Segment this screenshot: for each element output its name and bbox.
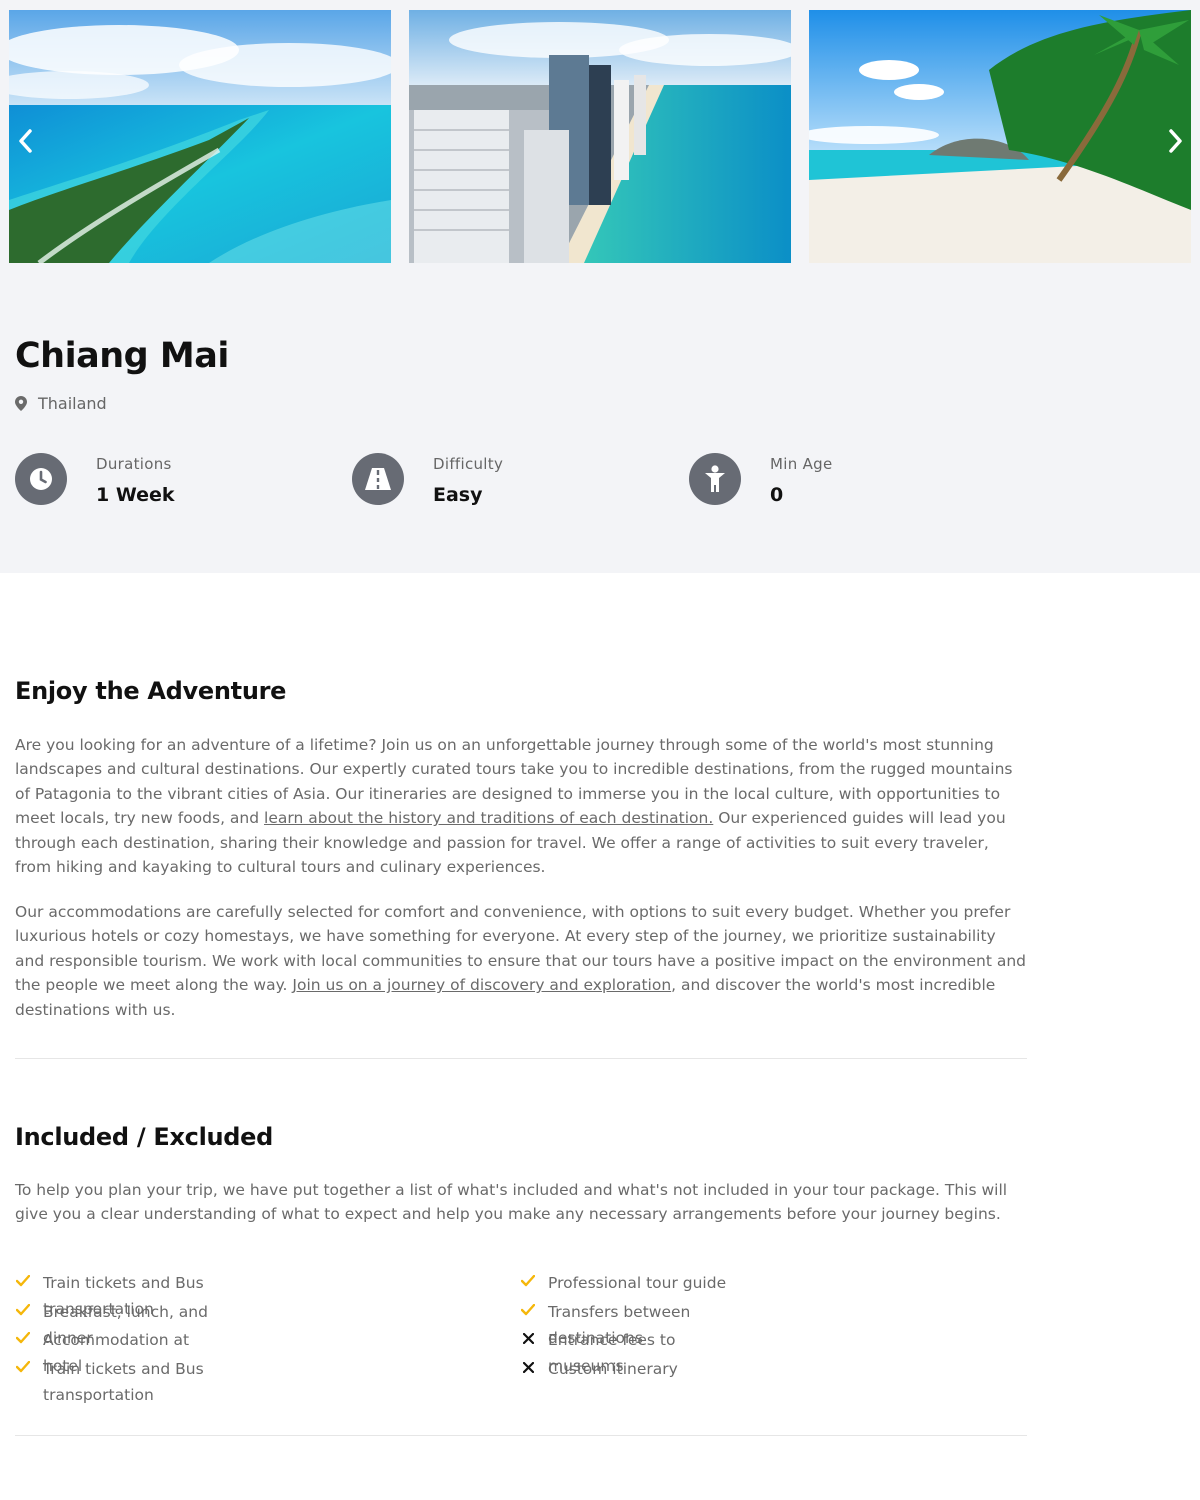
city-beach-photo[interactable] xyxy=(409,10,791,263)
check-icon xyxy=(15,1302,31,1318)
fact-label: Durations xyxy=(96,455,172,473)
fact-value: 0 xyxy=(770,484,784,506)
fact-label: Difficulty xyxy=(433,455,504,473)
section-divider xyxy=(15,1058,1027,1059)
history-traditions-link[interactable]: learn about the history and traditions o… xyxy=(264,809,713,827)
list-item-text: Custom itinerary xyxy=(548,1360,678,1378)
road-icon xyxy=(352,453,404,505)
aerial-island-photo[interactable] xyxy=(9,10,391,263)
adventure-heading: Enjoy the Adventure xyxy=(15,677,287,705)
check-icon xyxy=(15,1330,31,1346)
fact-value: 1 Week xyxy=(96,484,175,506)
list-item-text: Professional tour guide xyxy=(548,1274,727,1292)
map-pin-icon xyxy=(15,396,27,411)
check-icon xyxy=(520,1273,536,1289)
fact-label: Min Age xyxy=(770,455,833,473)
person-icon xyxy=(689,453,741,505)
clock-icon xyxy=(15,453,67,505)
included-excluded-intro: To help you plan your trip, we have put … xyxy=(15,1181,1008,1224)
adventure-paragraph-1: Are you looking for an adventure of a li… xyxy=(15,733,1027,879)
tour-facts: Durations 1 Week Difficulty Easy Min Age… xyxy=(15,453,1115,513)
tropical-beach-photo[interactable] xyxy=(809,10,1191,263)
tour-location: Thailand xyxy=(15,394,107,413)
tour-header: Chiang Mai Thailand Durations 1 Week Dif… xyxy=(0,272,1200,573)
photo-gallery xyxy=(0,0,1200,272)
check-icon xyxy=(520,1302,536,1318)
included-excluded-heading: Included / Excluded xyxy=(15,1123,274,1151)
gallery-next-button[interactable] xyxy=(1160,126,1190,156)
check-icon xyxy=(15,1359,31,1375)
tour-title: Chiang Mai xyxy=(15,336,229,376)
discovery-exploration-link[interactable]: Join us on a journey of discovery and ex… xyxy=(292,976,671,994)
location-text: Thailand xyxy=(38,394,107,413)
close-icon xyxy=(520,1330,536,1346)
adventure-paragraph-2: Our accommodations are carefully selecte… xyxy=(15,900,1027,1022)
list-item-text: Train tickets and Bus transportation xyxy=(43,1360,204,1404)
fact-value: Easy xyxy=(433,484,483,506)
section-divider xyxy=(15,1435,1027,1436)
chevron-left-icon xyxy=(19,129,32,153)
gallery-prev-button[interactable] xyxy=(11,126,41,156)
chevron-right-icon xyxy=(1169,129,1182,153)
close-icon xyxy=(520,1359,536,1375)
check-icon xyxy=(15,1273,31,1289)
